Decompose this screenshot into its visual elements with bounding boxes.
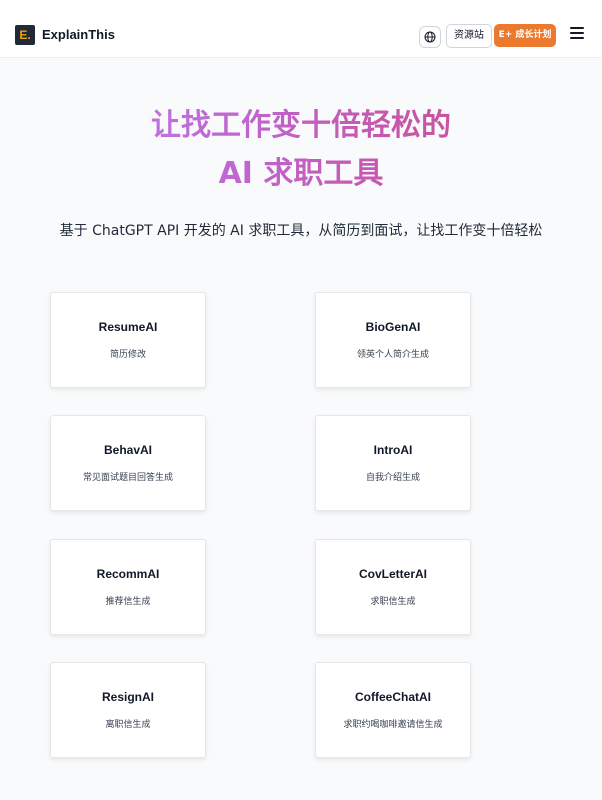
tool-card-title: ResumeAI xyxy=(98,320,158,334)
language-button[interactable] xyxy=(419,26,441,48)
tool-card-description: 简历修改 xyxy=(109,350,146,360)
tool-card-resumeai[interactable]: ResumeAI 简历修改 xyxy=(50,292,206,388)
brand-name[interactable]: ExplainThis xyxy=(42,27,115,42)
tool-card-description: 常见面试题目回答生成 xyxy=(82,473,173,483)
tool-card-title: RecommAI xyxy=(96,567,160,581)
tool-card-title: ResignAI xyxy=(101,690,154,704)
tool-card-recommai[interactable]: RecommAI 推荐信生成 xyxy=(50,539,206,635)
tool-card-description: 自我介绍生成 xyxy=(365,473,420,483)
resources-button[interactable]: 资源站 xyxy=(446,24,492,48)
tool-card-title: IntroAI xyxy=(373,443,413,457)
tool-card-biogenai[interactable]: BioGenAI 领英个人简介生成 xyxy=(315,292,471,388)
tool-card-title: CovLetterAI xyxy=(358,567,427,581)
hamburger-menu-icon[interactable] xyxy=(570,27,584,41)
tool-card-title: BioGenAI xyxy=(365,320,421,334)
top-nav-bar: E. ExplainThis 资源站 E+ 成长计划 xyxy=(0,0,602,58)
tool-card-description: 离职信生成 xyxy=(105,720,151,730)
tool-card-description: 求职约喝咖啡邀请信生成 xyxy=(343,720,443,730)
tool-card-description: 领英个人简介生成 xyxy=(356,350,429,360)
tool-card-title: BehavAI xyxy=(103,443,153,457)
tool-card-coffeechatai[interactable]: CoffeeChatAI 求职约喝咖啡邀请信生成 xyxy=(315,662,471,758)
tool-card-description: 推荐信生成 xyxy=(105,597,151,607)
tool-card-title: CoffeeChatAI xyxy=(354,690,431,704)
globe-icon xyxy=(424,31,436,43)
logo[interactable]: E. xyxy=(15,25,35,45)
growth-plan-button[interactable]: E+ 成长计划 xyxy=(494,24,556,47)
hero-subtitle: 基于 ChatGPT API 开发的 AI 求职工具，从简历到面试，让找工作变十… xyxy=(59,223,543,239)
tool-card-description: 求职信生成 xyxy=(370,597,416,607)
tool-card-behavai[interactable]: BehavAI 常见面试题目回答生成 xyxy=(50,415,206,511)
hero-title-line2: AI 求职工具 xyxy=(0,148,602,192)
tool-card-covletterai[interactable]: CovLetterAI 求职信生成 xyxy=(315,539,471,635)
tool-card-resignai[interactable]: ResignAI 离职信生成 xyxy=(50,662,206,758)
hero-title-line1: 让找工作变十倍轻松的 xyxy=(0,100,602,144)
tool-card-introai[interactable]: IntroAI 自我介绍生成 xyxy=(315,415,471,511)
